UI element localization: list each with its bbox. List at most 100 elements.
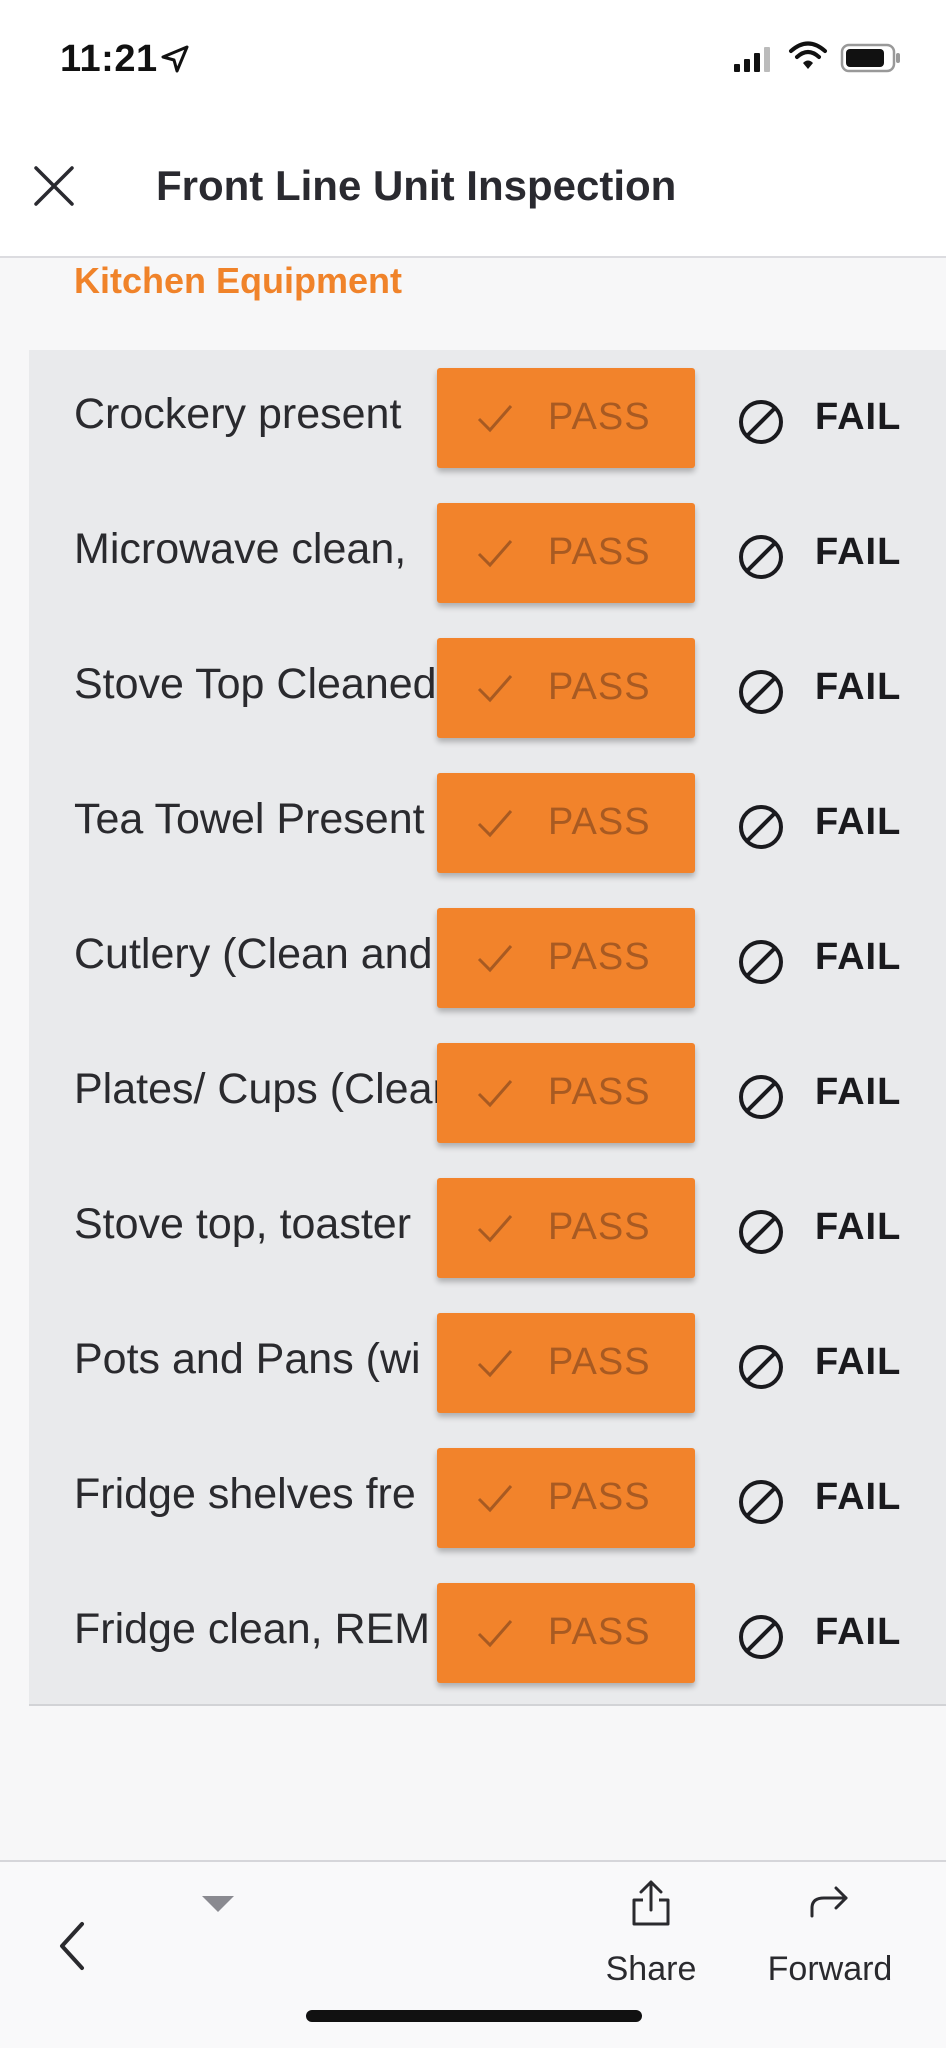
checklist-row: Stove top, toaster PASS FAIL — [29, 1160, 946, 1295]
item-label: Fridge shelves fre — [74, 1470, 416, 1518]
checklist-row: Cutlery (Clean and PASS FAIL — [29, 890, 946, 1025]
pass-button[interactable]: PASS — [437, 1583, 695, 1683]
forward-arrow-icon — [810, 1886, 848, 1918]
pass-button[interactable]: PASS — [437, 1043, 695, 1143]
pass-label: PASS — [548, 1071, 651, 1113]
chevron-left-icon[interactable] — [52, 1918, 92, 1974]
block-icon — [739, 1480, 783, 1524]
pass-label: PASS — [548, 396, 651, 438]
block-icon — [739, 940, 783, 984]
item-label: Cutlery (Clean and — [74, 930, 433, 978]
page-title: Front Line Unit Inspection — [156, 162, 677, 209]
pass-button[interactable]: PASS — [437, 503, 695, 603]
checklist-row: Microwave clean, PASS FAIL — [29, 485, 946, 620]
checkmark-icon — [477, 405, 513, 433]
pass-label: PASS — [548, 936, 651, 978]
pass-button[interactable]: PASS — [437, 773, 695, 873]
forward-button[interactable]: Forward — [760, 1876, 900, 1996]
checkmark-icon — [477, 540, 513, 568]
pass-button[interactable]: PASS — [437, 1178, 695, 1278]
checklist-row: Fridge shelves fre PASS FAIL — [29, 1430, 946, 1565]
checklist-row: Stove Top Cleaned PASS FAIL — [29, 620, 946, 755]
wifi-icon — [789, 41, 827, 69]
fail-button[interactable]: FAIL — [707, 1583, 907, 1683]
section-title: Kitchen Equipment — [74, 260, 403, 301]
share-button[interactable]: Share — [596, 1876, 706, 1996]
fail-button[interactable]: FAIL — [707, 1178, 907, 1278]
block-icon — [739, 535, 783, 579]
fail-label: FAIL — [815, 936, 902, 978]
block-icon — [739, 400, 783, 444]
block-icon — [739, 1075, 783, 1119]
item-label: Tea Towel Present — [74, 795, 425, 843]
close-icon[interactable] — [28, 160, 80, 212]
pass-label: PASS — [548, 1611, 651, 1653]
checkmark-icon — [477, 1080, 513, 1108]
item-label: Stove top, toaster — [74, 1200, 412, 1248]
pass-label: PASS — [548, 1476, 651, 1518]
checkmark-icon — [477, 675, 513, 703]
pass-button[interactable]: PASS — [437, 908, 695, 1008]
checklist-row: Tea Towel Present PASS FAIL — [29, 755, 946, 890]
fail-button[interactable]: FAIL — [707, 638, 907, 738]
checklist-row: Plates/ Cups (Clean PASS FAIL — [29, 1025, 946, 1160]
checklist-row: Crockery present PASS FAIL — [29, 350, 946, 485]
fail-button[interactable]: FAIL — [707, 908, 907, 1008]
pass-label: PASS — [548, 666, 651, 708]
fail-button[interactable]: FAIL — [707, 368, 907, 468]
fail-label: FAIL — [815, 1071, 902, 1113]
fail-button[interactable]: FAIL — [707, 1448, 907, 1548]
pass-button[interactable]: PASS — [437, 1448, 695, 1548]
status-bar: 11:21 — [0, 0, 946, 120]
item-label: Pots and Pans (wi — [74, 1335, 421, 1383]
status-time: 11:21 — [60, 38, 158, 80]
cellular-signal-icon — [734, 47, 770, 72]
checkmark-icon — [477, 810, 513, 838]
checkmark-icon — [477, 1350, 513, 1378]
block-icon — [739, 670, 783, 714]
checklist-row: Fridge clean, REM PASS FAIL — [29, 1565, 946, 1700]
share-icon — [632, 1880, 670, 1926]
fail-label: FAIL — [815, 531, 902, 573]
checkmark-icon — [477, 1485, 513, 1513]
fail-button[interactable]: FAIL — [707, 503, 907, 603]
header: Front Line Unit Inspection — [0, 120, 946, 258]
home-indicator — [306, 2010, 642, 2022]
fail-button[interactable]: FAIL — [707, 1313, 907, 1413]
checkmark-icon — [477, 1215, 513, 1243]
item-label: Stove Top Cleaned — [74, 660, 437, 708]
block-icon — [739, 1345, 783, 1389]
block-icon — [739, 1615, 783, 1659]
fail-button[interactable]: FAIL — [707, 773, 907, 873]
checklist-row: Pots and Pans (wi PASS FAIL — [29, 1295, 946, 1430]
battery-icon — [840, 43, 900, 73]
pass-label: PASS — [548, 1341, 651, 1383]
pass-button[interactable]: PASS — [437, 1313, 695, 1413]
checklist: Crockery present PASS FAIL Microwave cle… — [29, 350, 946, 1706]
fail-label: FAIL — [815, 801, 902, 843]
checkmark-icon — [477, 945, 513, 973]
pass-label: PASS — [548, 1206, 651, 1248]
fail-label: FAIL — [815, 1341, 902, 1383]
pass-button[interactable]: PASS — [437, 638, 695, 738]
item-label: Fridge clean, REM — [74, 1605, 431, 1653]
pass-button[interactable]: PASS — [437, 368, 695, 468]
fail-label: FAIL — [815, 396, 902, 438]
forward-label: Forward — [767, 1950, 893, 1988]
caret-down-icon[interactable] — [198, 1892, 238, 1916]
block-icon — [739, 1210, 783, 1254]
item-label: Crockery present — [74, 390, 402, 438]
fail-label: FAIL — [815, 1206, 902, 1248]
fail-button[interactable]: FAIL — [707, 1043, 907, 1143]
pass-label: PASS — [548, 531, 651, 573]
fail-label: FAIL — [815, 1611, 902, 1653]
pass-label: PASS — [548, 801, 651, 843]
fail-label: FAIL — [815, 666, 902, 708]
location-arrow-icon — [161, 45, 189, 73]
fail-label: FAIL — [815, 1476, 902, 1518]
item-label: Microwave clean, — [74, 525, 407, 573]
item-label: Plates/ Cups (Clean — [74, 1065, 457, 1113]
block-icon — [739, 805, 783, 849]
checkmark-icon — [477, 1620, 513, 1648]
share-label: Share — [605, 1950, 697, 1988]
